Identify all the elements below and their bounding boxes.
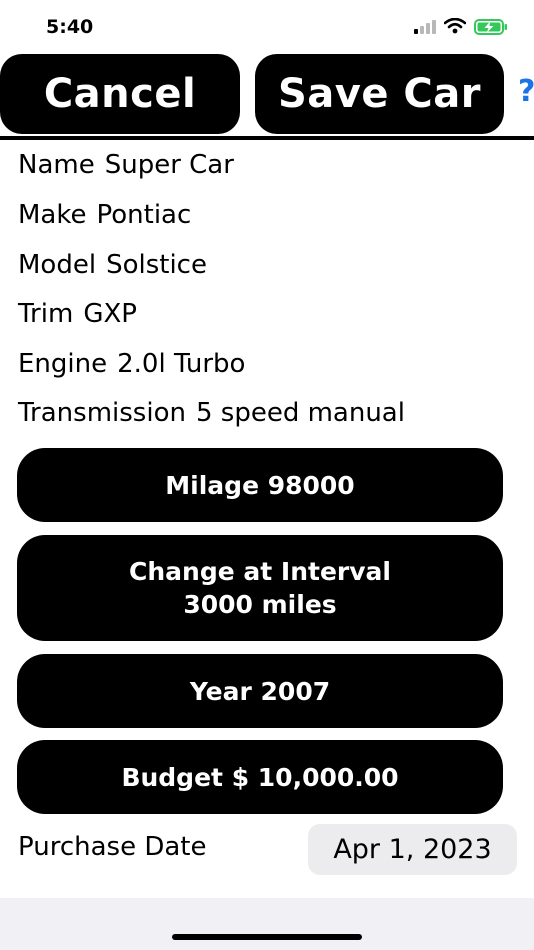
name-value[interactable]: Super Car — [105, 150, 234, 180]
transmission-field[interactable]: Transmission 5 speed manual — [18, 398, 405, 428]
interval-label: Change at Interval — [129, 557, 391, 586]
trim-value[interactable]: GXP — [83, 299, 137, 329]
home-indicator[interactable] — [172, 934, 362, 940]
change-interval-button[interactable]: Change at Interval 3000 miles — [17, 535, 503, 641]
bottom-bar — [0, 898, 534, 950]
mileage-button[interactable]: Milage 98000 — [17, 448, 503, 522]
trim-label: Trim — [18, 299, 74, 329]
transmission-label: Transmission — [18, 398, 186, 428]
year-label: Year 2007 — [189, 676, 331, 706]
cellular-signal-icon — [414, 20, 436, 34]
engine-value[interactable]: 2.0l Turbo — [117, 349, 245, 379]
model-label: Model — [18, 250, 97, 280]
toolbar-divider — [0, 136, 534, 140]
make-field[interactable]: Make Pontiac — [18, 200, 191, 230]
mileage-label: Milage 98000 — [165, 470, 355, 500]
purchase-date-label: Purchase Date — [18, 832, 207, 862]
model-value[interactable]: Solstice — [106, 250, 207, 280]
budget-label: Budget $ 10,000.00 — [121, 762, 399, 792]
engine-field[interactable]: Engine 2.0l Turbo — [18, 349, 245, 379]
status-bar: 5:40 — [0, 0, 534, 52]
battery-charging-icon — [474, 19, 507, 35]
model-field[interactable]: Model Solstice — [18, 250, 207, 280]
help-button[interactable]: ? — [518, 74, 534, 109]
name-label: Name — [18, 150, 95, 180]
purchase-date-picker[interactable]: Apr 1, 2023 — [308, 824, 517, 875]
budget-button[interactable]: Budget $ 10,000.00 — [17, 740, 503, 814]
cancel-button[interactable]: Cancel — [0, 54, 240, 134]
name-field[interactable]: Name Super Car — [18, 150, 234, 180]
make-value[interactable]: Pontiac — [97, 200, 192, 230]
year-button[interactable]: Year 2007 — [17, 654, 503, 728]
status-time: 5:40 — [46, 16, 94, 38]
save-car-button[interactable]: Save Car — [255, 54, 504, 134]
make-label: Make — [18, 200, 87, 230]
wifi-icon — [444, 18, 466, 34]
interval-value: 3000 miles — [183, 590, 337, 619]
trim-field[interactable]: Trim GXP — [18, 299, 137, 329]
engine-label: Engine — [18, 349, 108, 379]
transmission-value[interactable]: 5 speed manual — [196, 398, 405, 428]
